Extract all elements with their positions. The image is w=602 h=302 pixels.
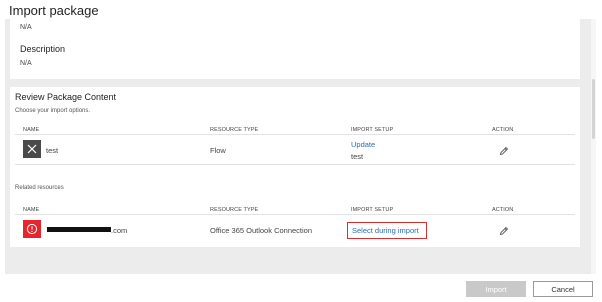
package-details-card: N/A Description N/A [10, 19, 580, 79]
resource-type: Office 365 Outlook Connection [210, 226, 313, 235]
detail-value: N/A [20, 24, 32, 31]
warning-icon [23, 220, 41, 238]
col-resource-type-header: RESOURCE TYPE [210, 127, 259, 133]
related-resources-label: Related resources [15, 185, 64, 191]
col-resource-type-header: RESOURCE TYPE [210, 207, 259, 213]
col-name-header: NAME [23, 207, 40, 213]
table-divider [15, 134, 575, 135]
cancel-button[interactable]: Cancel [533, 281, 593, 297]
review-package-card: Review Package Content Choose your impor… [10, 87, 580, 247]
vertical-scrollbar[interactable] [591, 19, 596, 274]
edit-pencil-icon[interactable] [499, 223, 509, 241]
select-during-import-highlight[interactable]: Select during import [347, 222, 427, 239]
page-title: Import package [9, 3, 99, 18]
col-import-setup-header: IMPORT SETUP [351, 207, 394, 213]
col-import-setup-header: IMPORT SETUP [351, 127, 394, 133]
scrollbar-thumb[interactable] [592, 79, 595, 139]
import-button[interactable]: Import [466, 281, 526, 297]
table-divider [15, 214, 575, 215]
select-during-import-link[interactable]: Select during import [352, 226, 419, 235]
resource-name: test [46, 146, 59, 155]
resource-type: Flow [210, 146, 226, 155]
redacted-name [47, 227, 111, 232]
edit-pencil-icon[interactable] [499, 143, 509, 161]
setup-value: test [351, 152, 364, 161]
close-x-icon [23, 140, 41, 158]
connection-name-suffix: .com [111, 226, 128, 235]
description-label: Description [20, 44, 66, 54]
col-action-header: ACTION [492, 207, 514, 213]
review-heading: Review Package Content [15, 92, 117, 102]
table-divider [15, 164, 575, 165]
col-action-header: ACTION [492, 127, 514, 133]
description-value: N/A [20, 60, 32, 67]
review-subheading: Choose your import options. [15, 108, 91, 114]
col-name-header: NAME [23, 127, 40, 133]
update-link[interactable]: Update [351, 140, 375, 149]
